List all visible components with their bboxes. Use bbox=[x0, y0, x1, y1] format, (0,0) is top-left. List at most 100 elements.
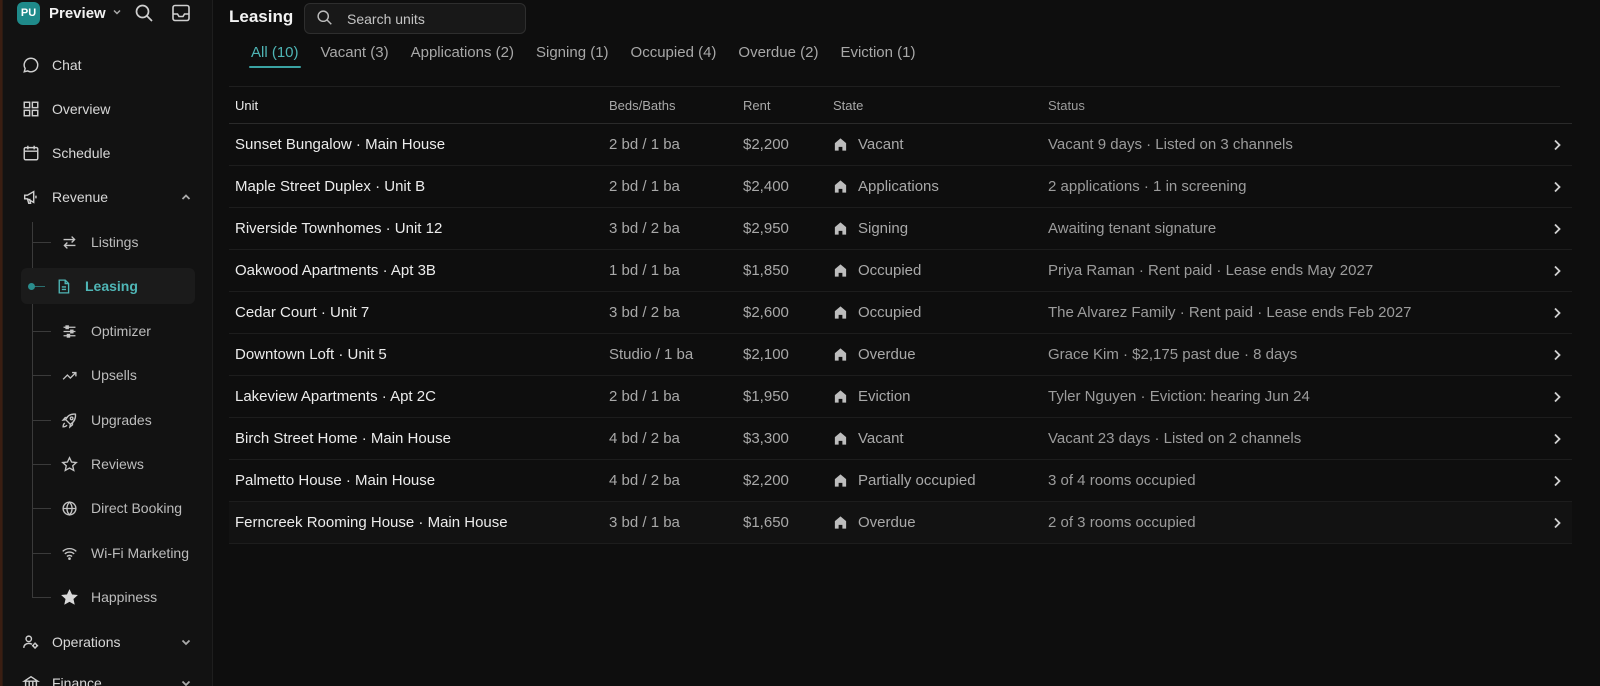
nav-overview[interactable]: Overview bbox=[21, 91, 196, 127]
home-icon bbox=[834, 180, 847, 193]
table-row[interactable]: Birch Street Home · Main House 4 bd / 2 … bbox=[229, 418, 1572, 460]
inbox-icon[interactable] bbox=[171, 3, 191, 28]
table-row[interactable]: Cedar Court · Unit 7 3 bd / 2 ba $2,600 … bbox=[229, 292, 1572, 334]
chevron-down-icon[interactable] bbox=[180, 676, 192, 686]
nav-operations[interactable]: Operations bbox=[21, 624, 196, 660]
search-input[interactable] bbox=[347, 10, 497, 27]
nav-chat[interactable]: Chat bbox=[21, 47, 196, 83]
beds-baths: 3 bd / 1 ba bbox=[609, 514, 680, 531]
tab-vacant[interactable]: Vacant (3) bbox=[321, 44, 389, 67]
status-text: Awaiting tenant signature bbox=[1048, 220, 1217, 237]
tab-occupied[interactable]: Occupied (4) bbox=[631, 44, 717, 67]
sidebar-item-label: Happiness bbox=[91, 589, 158, 605]
chevron-down-icon bbox=[112, 7, 122, 20]
chevron-right-icon[interactable] bbox=[1542, 348, 1572, 362]
table-row[interactable]: Sunset Bungalow · Main House 2 bd / 1 ba… bbox=[229, 124, 1572, 166]
tab-overdue[interactable]: Overdue (2) bbox=[738, 44, 818, 67]
column-header-state[interactable]: State bbox=[833, 98, 1048, 113]
column-header-rent[interactable]: Rent bbox=[743, 98, 833, 113]
status-text: Priya Raman · Rent paid · Lease ends May… bbox=[1048, 262, 1374, 279]
column-header-unit[interactable]: Unit bbox=[229, 98, 609, 113]
unit-name: Ferncreek Rooming House · Main House bbox=[235, 514, 508, 531]
sidebar-item-optimizer[interactable]: Optimizer bbox=[33, 313, 196, 349]
nav-operations-label: Operations bbox=[52, 634, 121, 650]
state-label: Occupied bbox=[858, 262, 922, 279]
rent: $2,400 bbox=[743, 178, 789, 195]
beds-baths: 2 bd / 1 ba bbox=[609, 388, 680, 405]
unit-name: Birch Street Home · Main House bbox=[235, 430, 451, 447]
unit-name: Maple Street Duplex · Unit B bbox=[235, 178, 426, 195]
state-label: Occupied bbox=[858, 304, 922, 321]
chevron-right-icon[interactable] bbox=[1542, 264, 1572, 278]
status-text: The Alvarez Family · Rent paid · Lease e… bbox=[1048, 304, 1412, 321]
chevron-right-icon[interactable] bbox=[1542, 138, 1572, 152]
column-header-status[interactable]: Status bbox=[1048, 98, 1572, 113]
state-cell: Vacant bbox=[833, 136, 1048, 153]
unit-name: Cedar Court · Unit 7 bbox=[235, 304, 370, 321]
home-icon bbox=[834, 474, 847, 487]
units-table: Unit Beds/Baths Rent State Status Sunset… bbox=[229, 88, 1572, 544]
page-title: Leasing bbox=[229, 7, 294, 26]
chevron-down-icon[interactable] bbox=[180, 635, 192, 651]
sidebar-item-wifi-marketing[interactable]: Wi-Fi Marketing bbox=[33, 535, 196, 571]
chevron-right-icon[interactable] bbox=[1542, 180, 1572, 194]
tab-eviction[interactable]: Eviction (1) bbox=[840, 44, 915, 67]
filter-tabs: All (10) Vacant (3) Applications (2) Sig… bbox=[249, 44, 938, 68]
table-row[interactable]: Ferncreek Rooming House · Main House 3 b… bbox=[229, 502, 1572, 544]
rent: $1,850 bbox=[743, 262, 789, 279]
state-label: Signing bbox=[858, 220, 909, 237]
chevron-right-icon[interactable] bbox=[1542, 222, 1572, 236]
sidebar-item-listings[interactable]: Listings bbox=[33, 224, 196, 260]
chevron-right-icon[interactable] bbox=[1542, 516, 1572, 530]
search-icon[interactable] bbox=[134, 3, 154, 28]
state-label: Vacant bbox=[858, 430, 904, 447]
nav-chat-label: Chat bbox=[52, 57, 82, 73]
tab-signing[interactable]: Signing (1) bbox=[536, 44, 609, 67]
table-row[interactable]: Riverside Townhomes · Unit 12 3 bd / 2 b… bbox=[229, 208, 1572, 250]
calendar-icon bbox=[21, 143, 41, 163]
column-header-beds[interactable]: Beds/Baths bbox=[609, 98, 743, 113]
active-indicator-dot bbox=[28, 282, 35, 290]
rent: $2,200 bbox=[743, 472, 789, 489]
chevron-right-icon[interactable] bbox=[1542, 390, 1572, 404]
table-row[interactable]: Palmetto House · Main House 4 bd / 2 ba … bbox=[229, 460, 1572, 502]
table-row[interactable]: Maple Street Duplex · Unit B 2 bd / 1 ba… bbox=[229, 166, 1572, 208]
state-cell: Occupied bbox=[833, 304, 1048, 321]
nav-finance[interactable]: Finance bbox=[21, 665, 196, 686]
sidebar-item-leasing[interactable]: Leasing bbox=[21, 268, 195, 304]
status-text: 2 applications · 1 in screening bbox=[1048, 178, 1247, 195]
state-cell: Eviction bbox=[833, 388, 1048, 405]
nav-schedule[interactable]: Schedule bbox=[21, 135, 196, 171]
table-row[interactable]: Oakwood Apartments · Apt 3B 1 bd / 1 ba … bbox=[229, 250, 1572, 292]
home-icon bbox=[834, 348, 847, 361]
search-box[interactable] bbox=[304, 3, 526, 34]
tab-all[interactable]: All (10) bbox=[249, 44, 301, 68]
status-text: Vacant 23 days · Listed on 2 channels bbox=[1048, 430, 1302, 447]
chevron-right-icon[interactable] bbox=[1542, 306, 1572, 320]
status-text: 2 of 3 rooms occupied bbox=[1048, 514, 1196, 531]
chevron-right-icon[interactable] bbox=[1542, 474, 1572, 488]
sidebar-item-direct-booking[interactable]: Direct Booking bbox=[33, 490, 196, 526]
state-cell: Overdue bbox=[833, 514, 1048, 531]
sidebar-item-upsells[interactable]: Upsells bbox=[33, 357, 196, 393]
chevron-right-icon[interactable] bbox=[1542, 432, 1572, 446]
rent: $1,950 bbox=[743, 388, 789, 405]
tab-applications[interactable]: Applications (2) bbox=[411, 44, 514, 67]
sidebar-item-label: Upgrades bbox=[91, 412, 152, 428]
state-cell: Overdue bbox=[833, 346, 1048, 363]
sidebar-item-label: Leasing bbox=[85, 278, 138, 294]
beds-baths: 3 bd / 2 ba bbox=[609, 220, 680, 237]
main-content: Leasing All (10) Vacant (3) Applications… bbox=[213, 0, 1600, 686]
sidebar-item-reviews[interactable]: Reviews bbox=[33, 446, 196, 482]
sidebar-item-upgrades[interactable]: Upgrades bbox=[33, 402, 196, 438]
status-text: Grace Kim · $2,175 past due · 8 days bbox=[1048, 346, 1298, 363]
sidebar-item-happiness[interactable]: Happiness bbox=[33, 579, 196, 615]
beds-baths: 4 bd / 2 ba bbox=[609, 430, 680, 447]
table-row[interactable]: Downtown Loft · Unit 5 Studio / 1 ba $2,… bbox=[229, 334, 1572, 376]
home-icon bbox=[834, 432, 847, 445]
sidebar-item-label: Wi-Fi Marketing bbox=[91, 545, 190, 561]
table-row[interactable]: Lakeview Apartments · Apt 2C 2 bd / 1 ba… bbox=[229, 376, 1572, 418]
nav-revenue[interactable]: Revenue bbox=[21, 179, 196, 215]
trending-up-icon bbox=[59, 365, 79, 385]
chevron-up-icon[interactable] bbox=[180, 190, 192, 206]
